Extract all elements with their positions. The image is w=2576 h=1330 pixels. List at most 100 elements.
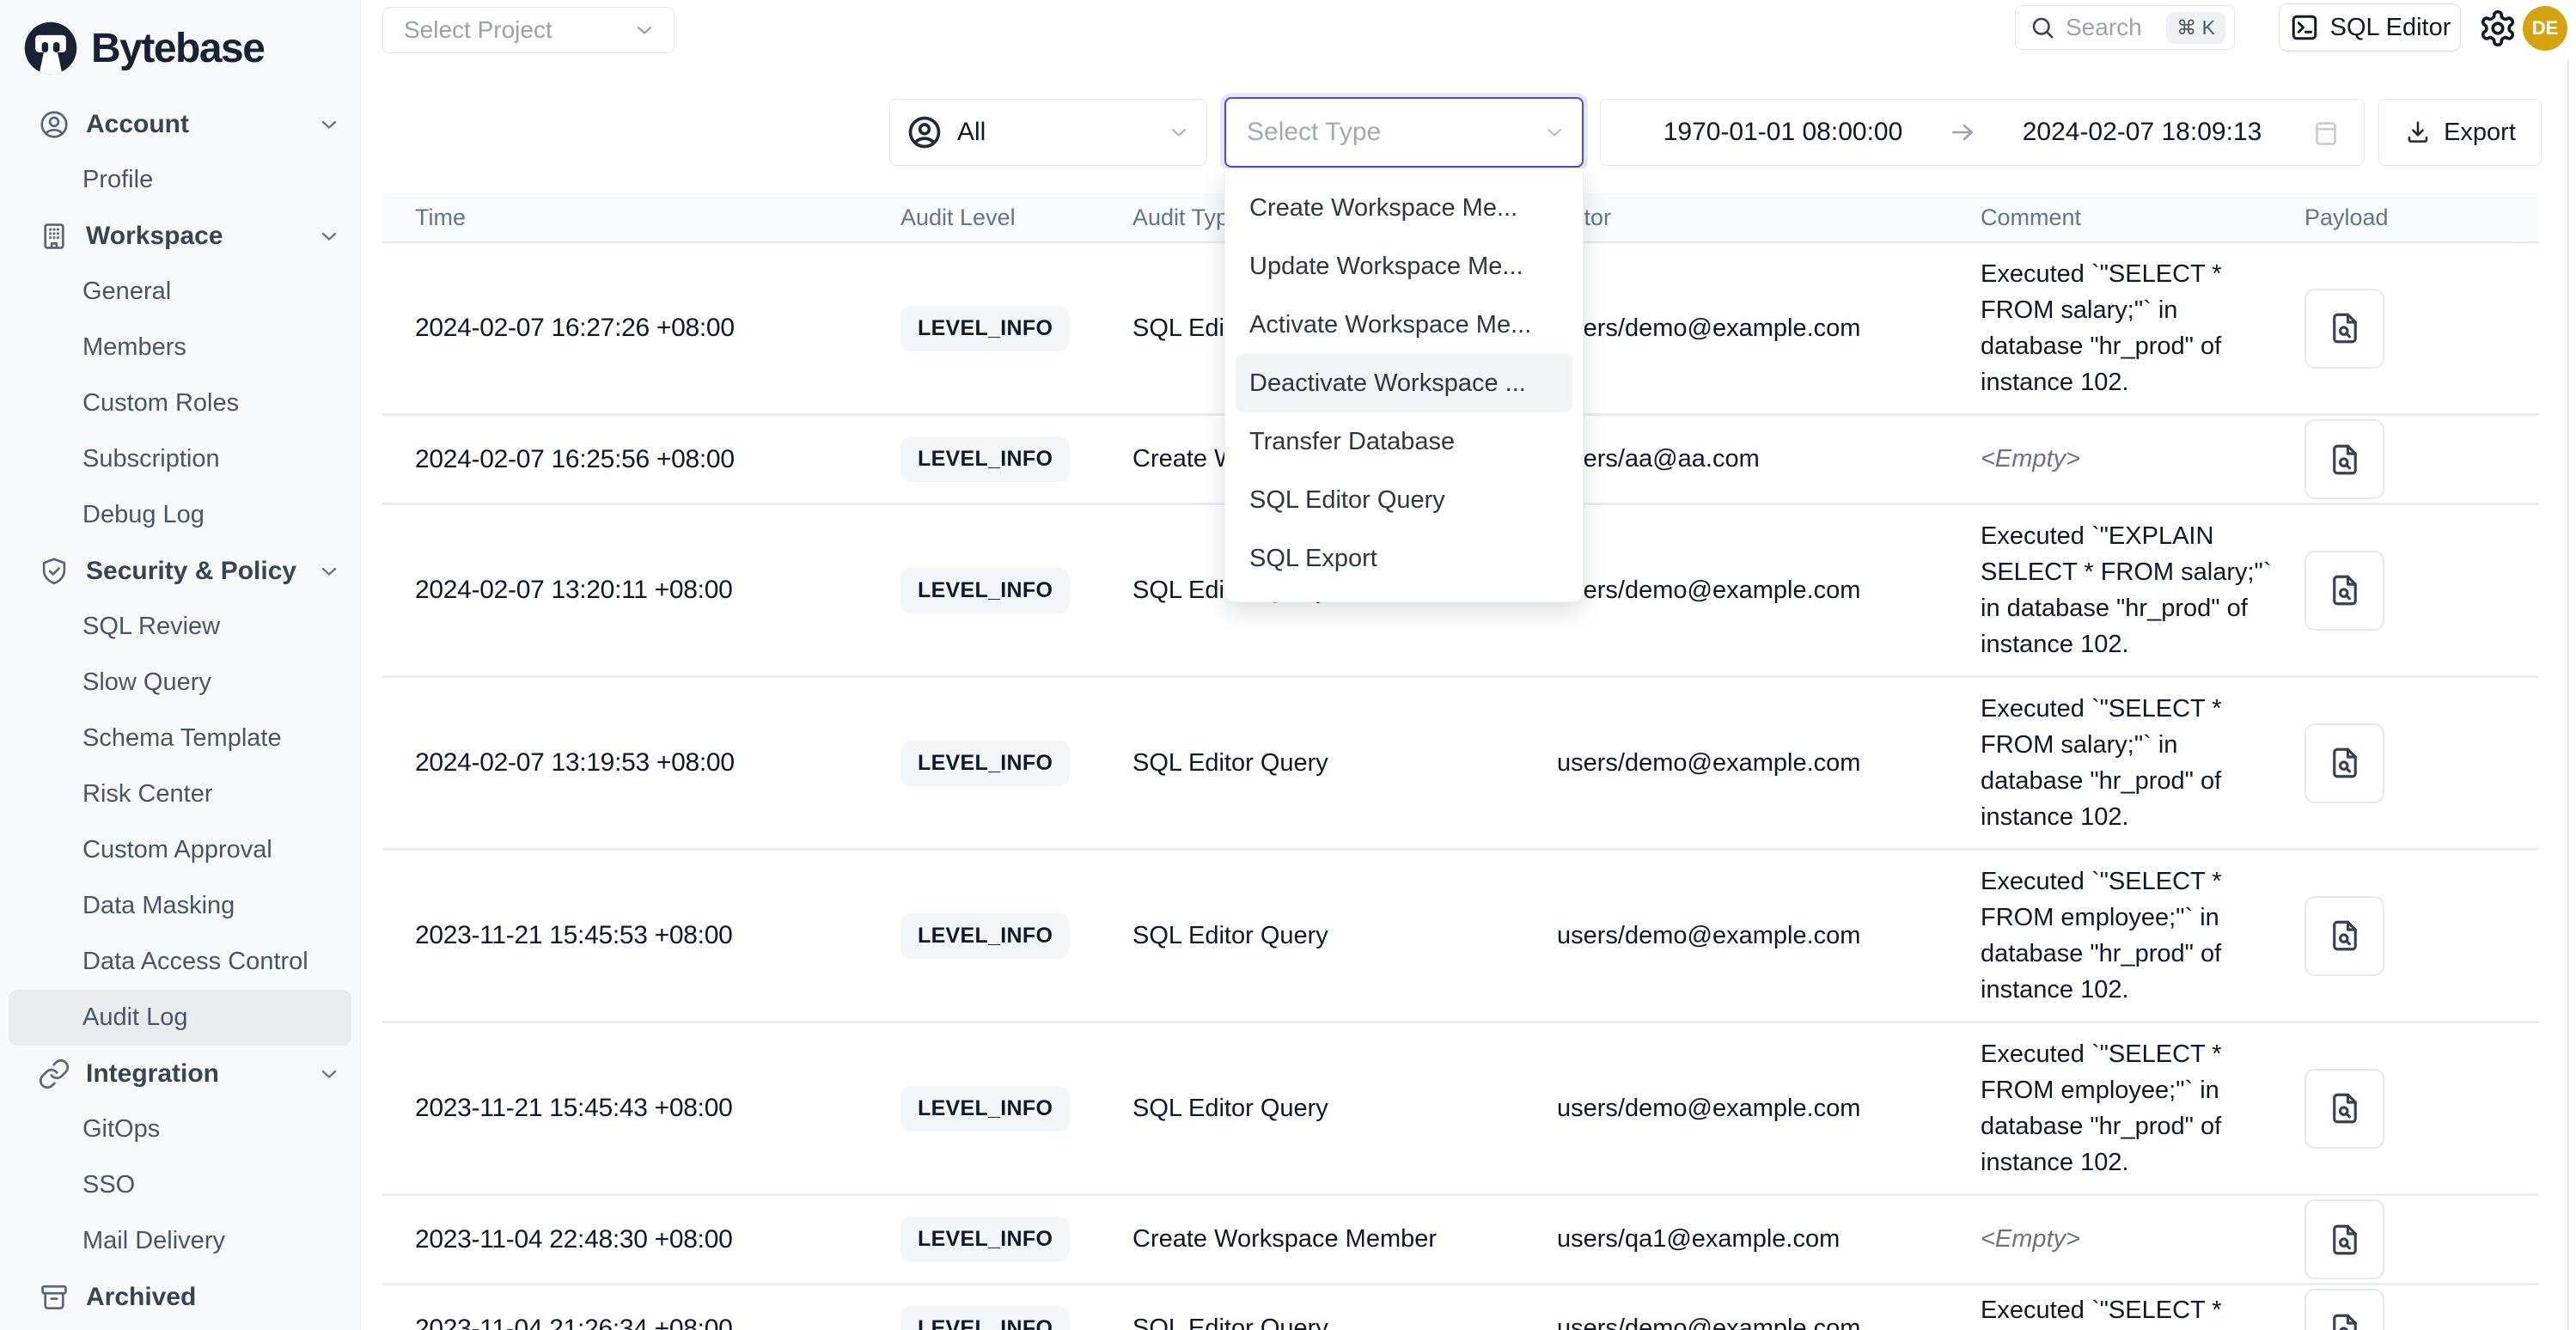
user-avatar[interactable]: DE	[2523, 6, 2567, 51]
cell-time: 2023-11-04 22:48:30 +08:00	[382, 1225, 868, 1254]
sidebar-item-mail-delivery[interactable]: Mail Delivery	[0, 1213, 360, 1269]
table-row[interactable]: 2023-11-21 15:45:53 +08:00 LEVEL_INFO SQ…	[382, 851, 2539, 1023]
level-badge: LEVEL_INFO	[900, 568, 1070, 613]
type-option-sql-export[interactable]: SQL Export	[1225, 529, 1583, 588]
export-button[interactable]: Export	[2378, 99, 2542, 166]
arrow-right-icon	[1948, 118, 1977, 147]
cell-payload	[2286, 723, 2539, 803]
sidebar-item-integration[interactable]: Integration	[0, 1046, 360, 1101]
cell-comment: Executed `"EXPLAIN SELECT * FROM salary;…	[1948, 518, 2286, 662]
cell-audit-level: LEVEL_INFO	[868, 741, 1100, 786]
type-option-deactivate-workspace-member[interactable]: Deactivate Workspace ...	[1236, 354, 1572, 412]
payload-view-button[interactable]	[2304, 1289, 2384, 1330]
cell-audit-level: LEVEL_INFO	[868, 1086, 1100, 1132]
file-search-icon	[2327, 918, 2363, 954]
sidebar-item-gitops[interactable]: GitOps	[0, 1101, 360, 1157]
chevron-down-icon	[317, 224, 341, 248]
archive-box-icon	[38, 1280, 72, 1315]
bytebase-logo[interactable]: Bytebase	[0, 0, 360, 96]
sidebar-item-schema-template[interactable]: Schema Template	[0, 711, 360, 766]
chevron-down-icon	[1542, 120, 1566, 144]
table-row[interactable]: 2023-11-21 15:45:43 +08:00 LEVEL_INFO SQ…	[382, 1023, 2539, 1196]
user-circle-icon	[38, 107, 72, 142]
sidebar-item-archived[interactable]: Archived	[0, 1269, 360, 1325]
cell-comment: <Empty>	[1948, 1221, 2286, 1257]
cell-actor: users/aa@aa.com	[1524, 445, 1948, 473]
sidebar-item-members[interactable]: Members	[0, 320, 360, 375]
project-select[interactable]: Select Project	[382, 7, 675, 53]
payload-view-button[interactable]	[2304, 419, 2384, 499]
type-option-create-workspace-member[interactable]: Create Workspace Me...	[1225, 179, 1583, 237]
type-option-activate-workspace-member[interactable]: Activate Workspace Me...	[1225, 296, 1583, 354]
cell-audit-type: SQL Editor Query	[1100, 1315, 1524, 1330]
cell-audit-type: SQL Editor Query	[1100, 749, 1524, 778]
sidebar-item-security-policy[interactable]: Security & Policy	[0, 543, 360, 599]
sidebar-item-general[interactable]: General	[0, 264, 360, 320]
settings-gear-icon[interactable]	[2476, 7, 2519, 50]
table-row[interactable]: 2023-11-04 21:26:34 +08:00 LEVEL_INFO SQ…	[382, 1285, 2539, 1330]
shield-check-icon	[38, 554, 72, 589]
level-badge: LEVEL_INFO	[900, 306, 1070, 351]
sidebar: Bytebase Account Profile Workspace Gener…	[0, 0, 361, 1330]
cell-time: 2024-02-07 13:20:11 +08:00	[382, 576, 868, 605]
chevron-down-icon	[317, 1062, 341, 1086]
sidebar-item-custom-roles[interactable]: Custom Roles	[0, 375, 360, 431]
sql-editor-button[interactable]: SQL Editor	[2279, 3, 2461, 52]
column-header-audit-level: Audit Level	[868, 204, 1100, 231]
date-range-picker[interactable]: 1970-01-01 08:00:00 2024-02-07 18:09:13	[1600, 99, 2365, 166]
sidebar-item-data-masking[interactable]: Data Masking	[0, 878, 360, 934]
cell-time: 2024-02-07 13:19:53 +08:00	[382, 748, 868, 778]
payload-view-button[interactable]	[2304, 1199, 2384, 1279]
column-header-actor: Actor	[1524, 204, 1948, 231]
search-input[interactable]: Search ⌘ K	[2015, 5, 2235, 50]
sidebar-item-sql-review[interactable]: SQL Review	[0, 599, 360, 655]
sidebar-item-custom-approval[interactable]: Custom Approval	[0, 822, 360, 878]
sidebar-item-account[interactable]: Account	[0, 96, 360, 152]
scrollbar-track[interactable]	[2567, 60, 2569, 1330]
payload-view-button[interactable]	[2304, 551, 2384, 631]
sidebar-item-risk-center[interactable]: Risk Center	[0, 766, 360, 822]
column-header-time: Time	[382, 204, 868, 231]
sidebar-item-debug-log[interactable]: Debug Log	[0, 487, 360, 543]
cell-payload	[2286, 551, 2539, 631]
payload-view-button[interactable]	[2304, 1069, 2384, 1149]
level-badge: LEVEL_INFO	[900, 436, 1070, 482]
file-search-icon	[2327, 1090, 2363, 1126]
sidebar-item-subscription[interactable]: Subscription	[0, 431, 360, 487]
sidebar-item-audit-log[interactable]: Audit Log	[9, 990, 351, 1046]
sidebar-item-data-access-control[interactable]: Data Access Control	[0, 934, 360, 990]
payload-view-button[interactable]	[2304, 289, 2384, 369]
column-header-payload: Payload	[2286, 204, 2539, 231]
cell-time: 2023-11-21 15:45:53 +08:00	[382, 921, 868, 950]
cell-payload	[2286, 1199, 2539, 1279]
cell-audit-level: LEVEL_INFO	[868, 568, 1100, 613]
chevron-down-icon	[632, 18, 656, 42]
level-badge: LEVEL_INFO	[900, 913, 1070, 959]
sidebar-item-sso[interactable]: SSO	[0, 1157, 360, 1213]
cell-payload	[2286, 1069, 2539, 1149]
sidebar-item-slow-query[interactable]: Slow Query	[0, 655, 360, 711]
cell-audit-type: Create Workspace Member	[1100, 1225, 1524, 1254]
sidebar-item-workspace[interactable]: Workspace	[0, 208, 360, 264]
table-row[interactable]: 2024-02-07 13:19:53 +08:00 LEVEL_INFO SQ…	[382, 678, 2539, 851]
audit-log-page: Bytebase Account Profile Workspace Gener…	[0, 0, 2576, 1330]
type-filter-select[interactable]: Select Type	[1224, 97, 1584, 168]
table-row[interactable]: 2023-11-04 22:48:30 +08:00 LEVEL_INFO Cr…	[382, 1196, 2539, 1285]
date-end[interactable]: 2024-02-07 18:09:13	[1982, 118, 2302, 147]
type-option-sql-editor-query[interactable]: SQL Editor Query	[1225, 471, 1583, 529]
date-start[interactable]: 1970-01-01 08:00:00	[1623, 118, 1943, 147]
payload-view-button[interactable]	[2304, 896, 2384, 976]
cell-payload	[2286, 419, 2539, 499]
cell-comment: <Empty>	[1948, 441, 2286, 477]
cell-audit-level: LEVEL_INFO	[868, 1217, 1100, 1262]
cell-actor: users/qa1@example.com	[1524, 1225, 1948, 1254]
payload-view-button[interactable]	[2304, 723, 2384, 803]
cell-payload	[2286, 289, 2539, 369]
level-badge: LEVEL_INFO	[900, 1086, 1070, 1132]
file-search-icon	[2327, 1311, 2363, 1330]
type-option-transfer-database[interactable]: Transfer Database	[1225, 412, 1583, 471]
sidebar-item-profile[interactable]: Profile	[0, 152, 360, 208]
actor-filter-select[interactable]: All	[889, 99, 1207, 166]
type-option-update-workspace-member[interactable]: Update Workspace Me...	[1225, 237, 1583, 296]
cell-time: 2023-11-21 15:45:43 +08:00	[382, 1094, 868, 1123]
